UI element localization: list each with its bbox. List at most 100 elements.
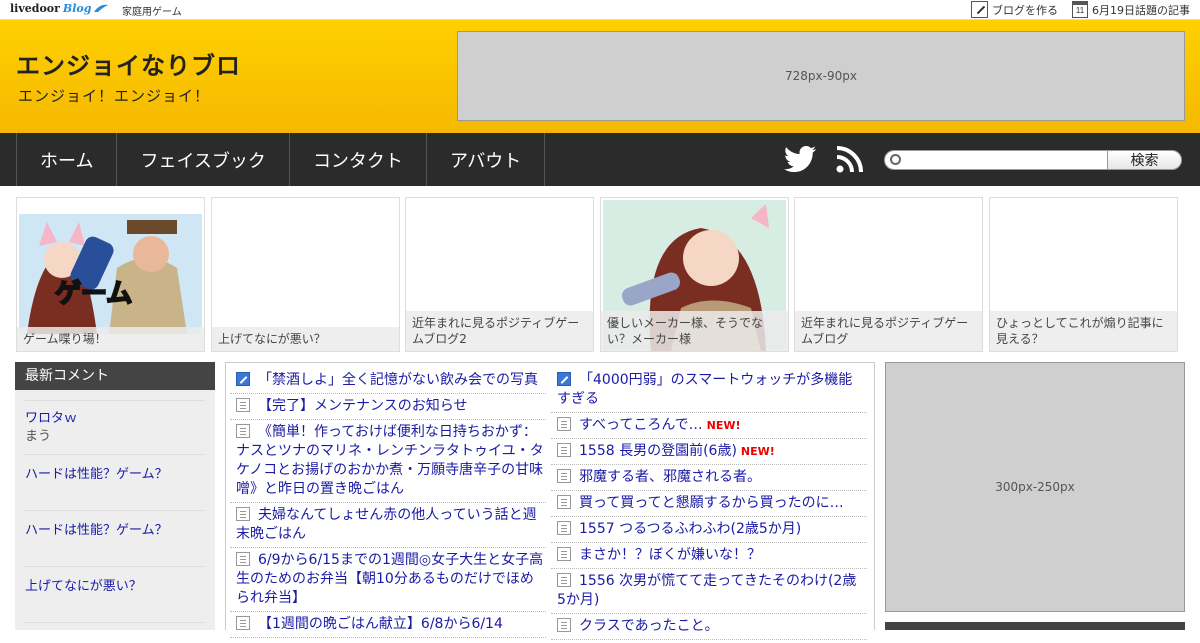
document-icon <box>236 616 250 630</box>
logo-main-text: livedoor <box>10 2 60 15</box>
site-header: エンジョイなりブロ エンジョイ！エンジョイ！ 728px-90px <box>0 20 1200 133</box>
new-badge: NEW! <box>706 419 741 432</box>
feed-item-title: 6/9から6/15までの1週間◎女子大生と女子高生のためのお弁当【朝10分あるも… <box>236 552 544 606</box>
category-link[interactable]: 家庭用ゲーム <box>122 3 182 18</box>
featured-caption: ひょっとしてこれが煽り記事に見える？ <box>990 311 1177 351</box>
comment-item: 上げてなにが悪い？ <box>25 578 142 596</box>
recent-comments-heading: 最新コメント <box>15 362 215 390</box>
top-bar: livedoor Blog 家庭用ゲーム ブログを作る 11 6月19日話題の記… <box>0 0 1200 20</box>
nav-item-facebook[interactable]: フェイスブック <box>117 133 290 186</box>
feed-item[interactable]: すべってころんで… NEW! <box>551 416 867 439</box>
feed-item-title: 「禁酒しよ」全く記憶がない飲み会での写真 <box>258 372 538 388</box>
feed-item[interactable]: 1557 つるつるふわふわ(2歳5か月) <box>551 520 867 543</box>
pen-icon <box>557 372 571 386</box>
livedoor-logo[interactable]: livedoor Blog <box>10 2 109 15</box>
sidebar-ad-placeholder: 300px-250px <box>885 362 1185 612</box>
calendar-icon: 11 <box>1072 1 1088 18</box>
search-button[interactable]: 検索 <box>1107 150 1182 170</box>
divider <box>25 622 205 623</box>
comment-title-link[interactable]: ハードは性能？ゲーム？ <box>25 467 168 482</box>
featured-card[interactable]: 優しいメーカー様、そうでない？メーカー様 <box>600 197 789 352</box>
featured-card[interactable]: ひょっとしてこれが煽り記事に見える？ <box>989 197 1178 352</box>
create-blog-link[interactable]: ブログを作る <box>971 1 1058 18</box>
feed-item-title: クラスであったこと。 <box>579 618 719 634</box>
pen-icon <box>236 372 250 386</box>
feed-column-right: 「4000円弱」のスマートウォッチが多機能すぎる すべってころんで… NEW! 1… <box>551 371 867 643</box>
nav-item-home[interactable]: ホーム <box>17 133 118 186</box>
blog-feed: 「禁酒しよ」全く記憶がない飲み会での写真 【完了】メンテナンスのお知らせ 《簡単… <box>225 362 875 640</box>
featured-card[interactable]: ゲーム ゲーム喋り場！ <box>16 197 205 352</box>
bird-icon <box>94 4 109 12</box>
document-icon <box>557 547 571 561</box>
featured-thumb-text: ゲーム <box>55 279 132 309</box>
featured-caption: ゲーム喋り場！ <box>17 327 204 351</box>
feed-item-title: 《簡単！作っておけば便利な日持ちおかず：ナスとツナのマリネ・レンチンラタトゥイユ… <box>236 424 544 497</box>
logo-blog-text: Blog <box>62 2 92 15</box>
comment-user: まう <box>25 429 52 444</box>
featured-card[interactable]: 上げてなにが悪い？ <box>211 197 400 352</box>
feed-item-title: 邪魔する者、邪魔される者。 <box>579 469 761 485</box>
feed-item-title: 「4000円弱」のスマートウォッチが多機能すぎる <box>557 372 853 407</box>
document-icon <box>236 424 250 438</box>
feed-item[interactable]: 6/9から6/15までの1週間◎女子大生と女子高生のためのお弁当【朝10分あるも… <box>230 551 546 612</box>
feed-item[interactable]: クラスであったこと。 <box>551 617 867 640</box>
site-title[interactable]: エンジョイなりブロ <box>16 46 241 81</box>
feed-item[interactable]: 夫婦なんてしょせん赤の他人っていう話と週末晩ごはん <box>230 506 546 548</box>
edit-icon <box>971 1 988 18</box>
feed-item[interactable]: 【1週間の晩ごはん献立】6/8から6/14 <box>230 615 546 638</box>
new-badge: NEW! <box>740 445 775 458</box>
search-form: 検索 <box>884 150 1182 170</box>
document-icon <box>557 495 571 509</box>
feed-item-title: すべってころんで… <box>579 417 703 433</box>
feed-item[interactable]: 邪魔する者、邪魔される者。 <box>551 468 867 491</box>
feed-item-title: 【完了】メンテナンスのお知らせ <box>258 398 468 414</box>
document-icon <box>557 443 571 457</box>
nav-item-about[interactable]: アバウト <box>427 133 546 186</box>
recent-comments: 最新コメント ワロタｗ まう ハードは性能？ゲーム？ ハードは性能？ゲーム？ 上… <box>15 362 215 630</box>
feed-item[interactable]: 「禁酒しよ」全く記憶がない飲み会での写真 <box>230 371 546 394</box>
comment-item: ハードは性能？ゲーム？ <box>25 466 168 484</box>
comment-item: ワロタｗ まう <box>25 410 77 446</box>
topic-link[interactable]: 11 6月19日話題の記事 <box>1072 1 1190 18</box>
create-blog-label: ブログを作る <box>992 3 1058 17</box>
comment-title-link[interactable]: 上げてなにが悪い？ <box>25 579 142 594</box>
featured-card[interactable]: 近年まれに見るポジティブゲームブログ <box>794 197 983 352</box>
header-ad-placeholder: 728px-90px <box>457 31 1185 121</box>
feed-column-left: 「禁酒しよ」全く記憶がない飲み会での写真 【完了】メンテナンスのお知らせ 《簡単… <box>230 371 546 641</box>
comment-item: ハードは性能？ゲーム？ <box>25 522 168 540</box>
comment-title-link[interactable]: ワロタｗ <box>25 411 77 426</box>
rss-icon[interactable] <box>836 146 863 173</box>
divider <box>25 400 205 401</box>
feed-item-title: 1557 つるつるふわふわ(2歳5か月) <box>579 521 802 537</box>
document-icon <box>236 552 250 566</box>
feed-item[interactable]: 1558 長男の登園前(6歳) NEW! <box>551 442 867 465</box>
feed-item[interactable]: 【完了】メンテナンスのお知らせ <box>230 397 546 420</box>
feed-item[interactable]: 《簡単！作っておけば便利な日持ちおかず：ナスとツナのマリネ・レンチンラタトゥイユ… <box>230 423 546 503</box>
twitter-icon[interactable] <box>784 146 816 172</box>
document-icon <box>557 469 571 483</box>
document-icon <box>557 417 571 431</box>
sidebar-widget-header <box>885 622 1185 630</box>
main-nav: ホーム フェイスブック コンタクト アバウト 検索 <box>0 133 1200 186</box>
divider <box>25 566 205 567</box>
topic-label: 6月19日話題の記事 <box>1092 3 1190 17</box>
feed-item[interactable]: 「4000円弱」のスマートウォッチが多機能すぎる <box>551 371 867 413</box>
featured-caption: 上げてなにが悪い？ <box>212 327 399 351</box>
feed-item[interactable]: 買って買ってと懇願するから買ったのに… <box>551 494 867 517</box>
feed-item[interactable]: まさか！？ぼくが嫌いな！？ <box>551 546 867 569</box>
nav-item-contact[interactable]: コンタクト <box>290 133 427 186</box>
feed-item-title: 夫婦なんてしょせん赤の他人っていう話と週末晩ごはん <box>236 507 537 542</box>
search-icon <box>890 154 901 165</box>
featured-caption: 優しいメーカー様、そうでない？メーカー様 <box>601 311 788 351</box>
feed-item[interactable]: 1556 次男が慌てて走ってきたそのわけ(2歳5か月) <box>551 572 867 614</box>
divider <box>25 454 205 455</box>
site-description: エンジョイ！エンジョイ！ <box>18 87 211 105</box>
comment-title-link[interactable]: ハードは性能？ゲーム？ <box>25 523 168 538</box>
divider <box>25 510 205 511</box>
document-icon <box>557 573 571 587</box>
featured-card[interactable]: 近年まれに見るポジティブゲームブログ2 <box>405 197 594 352</box>
search-input[interactable] <box>884 150 1108 170</box>
feed-item-title: まさか！？ぼくが嫌いな！？ <box>579 547 761 563</box>
feed-item-title: 1556 次男が慌てて走ってきたそのわけ(2歳5か月) <box>557 573 857 608</box>
document-icon <box>557 521 571 535</box>
